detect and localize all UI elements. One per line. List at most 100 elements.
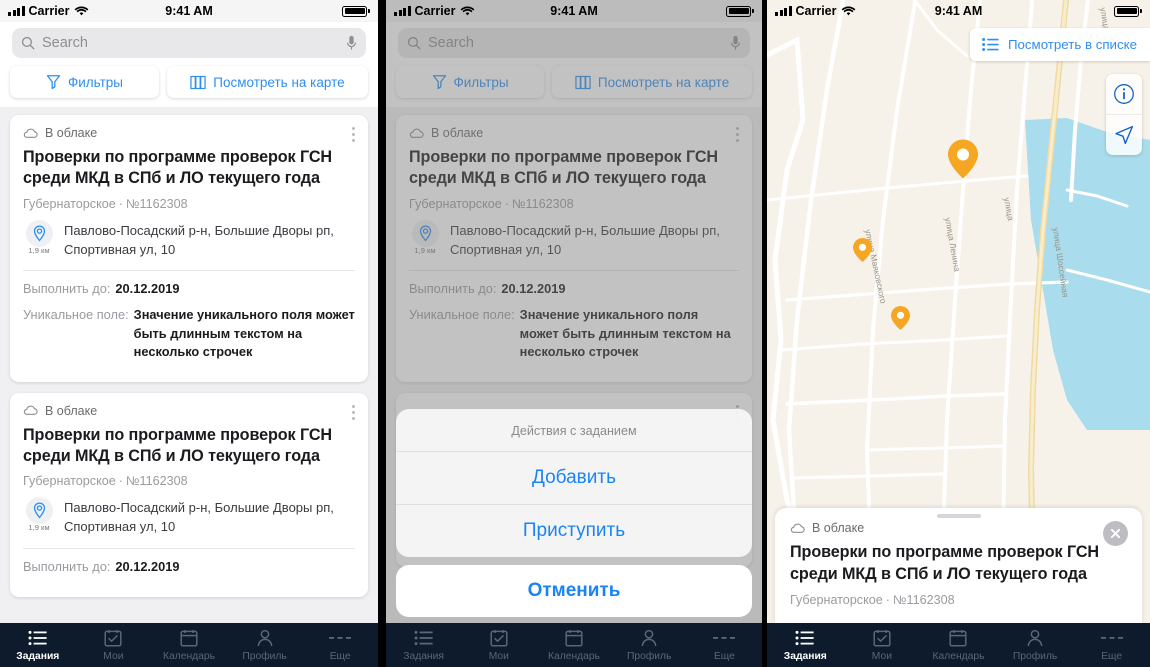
card-meta-type: Губернаторское bbox=[790, 593, 883, 607]
action-sheet-item-add[interactable]: Добавить bbox=[396, 451, 752, 504]
card-status-label: В облаке bbox=[812, 521, 865, 536]
microphone-icon[interactable] bbox=[346, 35, 357, 51]
card-meta: Губернаторское · №1162308 bbox=[23, 474, 355, 488]
search-icon bbox=[21, 36, 35, 50]
tab-bar: Задания Мои Календарь Профиль Еще bbox=[386, 623, 762, 667]
card-address-row: 1,9 км Павлово-Посадский р-н, Большие Дв… bbox=[23, 497, 355, 537]
status-bar: Carrier 9:41 AM bbox=[0, 0, 378, 22]
kebab-menu-icon[interactable] bbox=[352, 404, 355, 420]
map-pin[interactable] bbox=[890, 305, 911, 336]
funnel-icon bbox=[432, 75, 446, 90]
tab-mine-label: Мои bbox=[103, 650, 124, 662]
search-input[interactable]: Search bbox=[398, 28, 750, 58]
tab-tasks[interactable]: Задания bbox=[767, 629, 844, 662]
map-locate-button[interactable] bbox=[1106, 114, 1142, 155]
search-input[interactable]: Search bbox=[12, 28, 366, 58]
card-meta-number: №1162308 bbox=[511, 196, 574, 211]
action-sheet-item-start[interactable]: Приступить bbox=[396, 504, 752, 557]
map-pin-primary[interactable] bbox=[946, 138, 980, 185]
person-icon bbox=[256, 629, 274, 648]
card-divider bbox=[409, 270, 739, 272]
kebab-menu-icon[interactable] bbox=[736, 127, 739, 142]
action-sheet-cancel[interactable]: Отменить bbox=[396, 565, 752, 617]
calendar-icon bbox=[180, 629, 198, 648]
battery-icon bbox=[1114, 5, 1140, 17]
task-card[interactable]: В облаке Проверки по программе проверок … bbox=[10, 392, 368, 597]
action-sheet-group: Действия с заданием Добавить Приступить bbox=[396, 409, 752, 557]
tab-calendar-label: Календарь bbox=[548, 650, 600, 662]
signal-bars-icon bbox=[8, 6, 25, 16]
tab-profile[interactable]: Профиль bbox=[612, 629, 687, 662]
card-meta-sep: · bbox=[504, 196, 509, 211]
view-on-map-button[interactable]: Посмотреть на карте bbox=[166, 66, 368, 98]
calendar-icon bbox=[565, 629, 583, 648]
task-list[interactable]: В облаке Проверки по программе проверок … bbox=[0, 107, 378, 631]
status-bar: Carrier 9:41 AM bbox=[767, 0, 1150, 22]
card-meta: Губернаторское · №1162308 bbox=[790, 593, 1127, 607]
card-due-row: Выполнить до: 20.12.2019 bbox=[409, 280, 739, 299]
tab-tasks-label: Задания bbox=[403, 650, 444, 662]
tab-mine[interactable]: Мои bbox=[76, 629, 152, 662]
card-address: Павлово-Посадский р-н, Большие Дворы рп,… bbox=[64, 222, 334, 257]
status-bar-right bbox=[726, 5, 754, 17]
tab-profile[interactable]: Профиль bbox=[997, 629, 1074, 662]
screenshot-stage: Carrier 9:41 AM Search Фильтры Посмотрет… bbox=[0, 0, 1150, 667]
wifi-icon bbox=[841, 6, 855, 15]
tab-more-label: Еще bbox=[1101, 650, 1123, 662]
map-pin[interactable] bbox=[852, 237, 873, 268]
tab-calendar[interactable]: Календарь bbox=[151, 629, 227, 662]
card-divider bbox=[23, 548, 355, 550]
location-pin-icon bbox=[411, 219, 439, 247]
view-on-map-label: Посмотреть на карте bbox=[597, 74, 730, 90]
calendar-check-icon bbox=[873, 629, 891, 648]
location-pin-icon bbox=[25, 219, 53, 247]
card-title: Проверки по программе проверок ГСН среди… bbox=[23, 148, 332, 188]
microphone-icon[interactable] bbox=[730, 35, 741, 51]
card-unique-value: Значение уникального поля может быть дли… bbox=[133, 306, 355, 360]
view-on-map-label: Посмотреть на карте bbox=[213, 74, 345, 90]
tab-mine-label: Мои bbox=[488, 650, 509, 662]
card-status-label: В облаке bbox=[45, 403, 98, 418]
view-on-map-button[interactable]: Посмотреть на карте bbox=[552, 66, 752, 98]
carrier-label: Carrier bbox=[414, 4, 456, 18]
tab-tasks[interactable]: Задания bbox=[0, 629, 76, 662]
tab-profile[interactable]: Профиль bbox=[227, 629, 303, 662]
card-due-row: Выполнить до: 20.12.2019 bbox=[23, 280, 355, 299]
view-in-list-button[interactable]: Посмотреть в списке bbox=[969, 28, 1150, 61]
signal-bars-icon bbox=[775, 6, 792, 16]
drag-handle[interactable] bbox=[936, 514, 981, 519]
ellipsis-icon bbox=[329, 629, 352, 648]
tab-calendar[interactable]: Календарь bbox=[536, 629, 611, 662]
task-card[interactable]: В облаке Проверки по программе проверок … bbox=[396, 115, 752, 382]
tab-mine[interactable]: Мои bbox=[844, 629, 921, 662]
card-meta-sep: · bbox=[118, 196, 123, 211]
phone-panel-action-sheet: Carrier 9:41 AM Search Фильтры Посмотрет… bbox=[386, 0, 762, 667]
tab-more[interactable]: Еще bbox=[302, 629, 378, 662]
card-status: В облаке bbox=[790, 521, 1127, 535]
card-due-key: Выполнить до: bbox=[23, 281, 111, 297]
map-info-button[interactable] bbox=[1106, 74, 1142, 114]
phone-panel-list: Carrier 9:41 AM Search Фильтры Посмотрет… bbox=[0, 0, 378, 667]
card-status: В облаке bbox=[23, 126, 355, 140]
tab-bar: Задания Мои Календарь Профиль Еще bbox=[0, 623, 378, 667]
cloud-icon bbox=[409, 128, 424, 138]
card-unique-row: Уникальное поле: Значение уникального по… bbox=[23, 306, 355, 362]
filters-button[interactable]: Фильтры bbox=[10, 66, 159, 98]
status-bar-left: Carrier bbox=[394, 4, 475, 18]
tab-calendar[interactable]: Календарь bbox=[920, 629, 997, 662]
filters-button[interactable]: Фильтры bbox=[396, 66, 545, 98]
kebab-menu-icon[interactable] bbox=[352, 127, 355, 142]
calendar-check-icon bbox=[104, 629, 122, 648]
person-icon bbox=[1026, 629, 1044, 648]
tab-tasks[interactable]: Задания bbox=[386, 629, 461, 662]
card-unique-value: Значение уникального поля может быть дли… bbox=[519, 306, 731, 360]
map-detail-card[interactable]: В облаке Проверки по программе проверок … bbox=[775, 508, 1142, 623]
task-card[interactable]: В облаке Проверки по программе проверок … bbox=[10, 115, 368, 382]
search-icon bbox=[407, 36, 421, 50]
tab-more[interactable]: Еще bbox=[687, 629, 762, 662]
tab-mine[interactable]: Мои bbox=[461, 629, 536, 662]
status-bar-left: Carrier bbox=[775, 4, 856, 18]
tab-more[interactable]: Еще bbox=[1073, 629, 1150, 662]
card-status: В облаке bbox=[23, 404, 355, 418]
card-address-row: 1,9 км Павлово-Посадский р-н, Большие Дв… bbox=[409, 219, 739, 260]
